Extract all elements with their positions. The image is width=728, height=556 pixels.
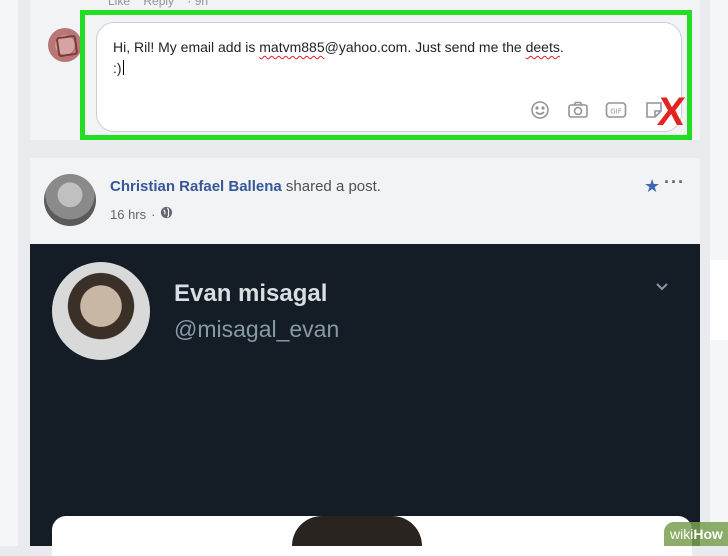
tweet-handle[interactable]: @misagal_evan [174,316,339,343]
author-name[interactable]: Christian Rafael Ballena [110,178,282,195]
comment-text[interactable]: Hi, Ril! My email add is matvm885@yahoo.… [113,37,673,79]
author-avatar[interactable] [44,174,96,226]
svg-text:GIF: GIF [610,108,622,116]
misspelled-word: matvm885 [259,39,325,55]
post-header: Christian Rafael Ballena shared a post. … [30,158,700,244]
comment-actions: Like Reply · 9h [108,0,218,8]
more-options-icon[interactable]: ··· [664,172,685,193]
post-action: shared a post. [285,178,381,195]
commenter-avatar[interactable] [48,28,82,62]
right-side-panel [710,260,728,340]
tweet-avatar[interactable] [52,262,150,360]
emoji-icon[interactable] [529,99,551,121]
gif-icon[interactable]: GIF [605,99,627,121]
chevron-down-icon[interactable] [654,278,670,294]
text-caret [122,60,124,75]
star-icon[interactable]: ★ [644,176,660,197]
embedded-tweet[interactable]: Evan misagal @misagal_evan [30,244,700,556]
comment-time: · 9h [187,0,209,8]
like-link[interactable]: Like [108,0,130,8]
post-author-line: Christian Rafael Ballena shared a post. [110,178,381,195]
comment-input[interactable]: Hi, Ril! My email add is matvm885@yahoo.… [96,22,682,132]
left-page-strip [0,0,18,546]
tweet-name[interactable]: Evan misagal [174,280,327,308]
camera-icon[interactable] [567,99,589,121]
misspelled-word: deets [525,39,560,55]
wikihow-watermark: wikiHow [664,522,728,546]
comment-tools: GIF [529,99,665,121]
media-photo [292,516,422,546]
annotation-x-mark: X [655,90,687,134]
reply-link[interactable]: Reply [143,0,174,8]
shared-post-card: Christian Rafael Ballena shared a post. … [30,158,700,556]
post-time[interactable]: 16 hrs [110,207,146,222]
tweet-media[interactable] [52,516,692,556]
post-meta: 16 hrs · [110,206,173,222]
globe-icon [160,206,173,222]
